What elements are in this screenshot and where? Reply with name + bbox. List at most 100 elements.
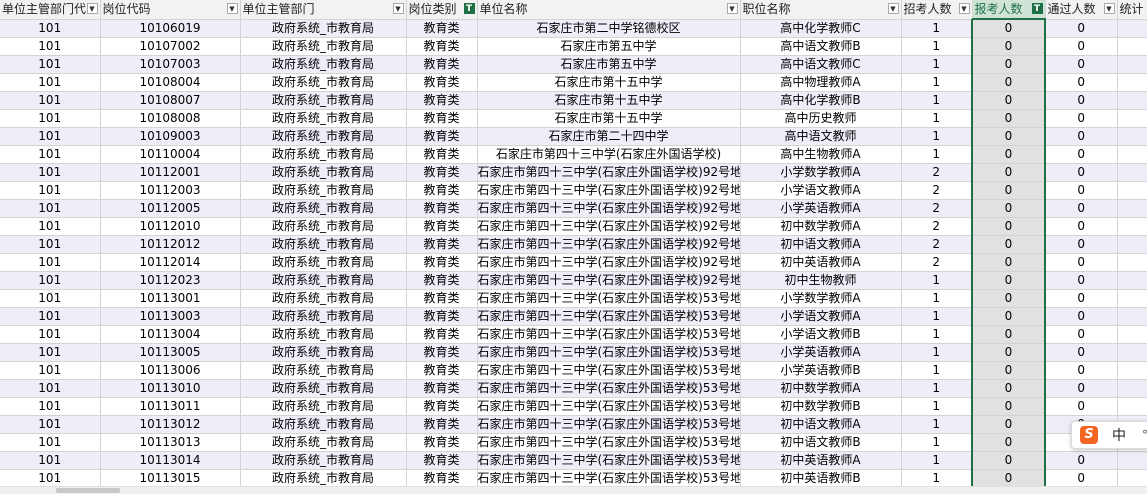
table-cell[interactable]: 101 [0,92,100,110]
table-cell[interactable]: 0 [1045,38,1117,56]
table-cell[interactable] [1117,380,1147,398]
table-cell[interactable]: 初中英语教师B [740,470,901,488]
table-cell[interactable]: 10108008 [100,110,240,128]
table-cell[interactable]: 政府系统_市教育局 [240,362,406,380]
table-cell[interactable]: 1 [901,74,972,92]
table-cell[interactable]: 石家庄市第四十三中学(石家庄外国语学校)53号地 [477,434,740,452]
table-cell[interactable]: 高中语文教师C [740,56,901,74]
table-cell[interactable]: 政府系统_市教育局 [240,254,406,272]
table-cell[interactable]: 石家庄市第四十三中学(石家庄外国语学校)92号地 [477,218,740,236]
table-cell[interactable]: 教育类 [406,164,477,182]
table-cell[interactable]: 初中数学教师A [740,218,901,236]
table-cell[interactable]: 石家庄市第四十三中学(石家庄外国语学校)53号地 [477,380,740,398]
table-cell[interactable]: 政府系统_市教育局 [240,56,406,74]
filter-active-icon[interactable]: T [1032,3,1043,14]
table-cell[interactable]: 1 [901,380,972,398]
table-cell[interactable]: 石家庄市第四十三中学(石家庄外国语学校)92号地 [477,182,740,200]
table-cell[interactable]: 101 [0,128,100,146]
table-cell[interactable]: 小学英语教师A [740,200,901,218]
table-cell[interactable]: 石家庄市第十五中学 [477,92,740,110]
table-cell[interactable]: 教育类 [406,128,477,146]
table-cell[interactable]: 石家庄市第四十三中学(石家庄外国语学校) [477,146,740,164]
table-cell[interactable]: 0 [1045,452,1117,470]
table-cell[interactable]: 101 [0,38,100,56]
table-cell[interactable]: 1 [901,146,972,164]
table-cell[interactable]: 高中语文教师 [740,128,901,146]
table-cell[interactable]: 政府系统_市教育局 [240,164,406,182]
table-cell[interactable]: 教育类 [406,56,477,74]
table-cell[interactable]: 2 [901,200,972,218]
table-cell[interactable]: 0 [972,164,1045,182]
filter-dropdown-icon[interactable]: ▼ [1104,3,1115,14]
table-cell[interactable]: 0 [972,326,1045,344]
table-cell[interactable] [1117,74,1147,92]
table-cell[interactable] [1117,272,1147,290]
table-cell[interactable]: 石家庄市第四十三中学(石家庄外国语学校)53号地 [477,416,740,434]
table-cell[interactable]: 10113005 [100,344,240,362]
table-cell[interactable]: 1 [901,326,972,344]
table-cell[interactable]: 101 [0,308,100,326]
table-cell[interactable]: 小学数学教师A [740,290,901,308]
filter-active-icon[interactable]: T [464,3,475,14]
table-cell[interactable] [1117,254,1147,272]
filter-dropdown-icon[interactable]: ▼ [227,3,238,14]
table-cell[interactable]: 石家庄市第五中学 [477,56,740,74]
table-cell[interactable]: 101 [0,56,100,74]
table-cell[interactable]: 教育类 [406,290,477,308]
table-cell[interactable]: 0 [972,128,1045,146]
sogou-logo-icon[interactable]: S [1080,426,1098,444]
table-cell[interactable]: 10113015 [100,470,240,488]
table-cell[interactable]: 0 [1045,200,1117,218]
table-cell[interactable]: 教育类 [406,218,477,236]
table-cell[interactable]: 0 [972,200,1045,218]
table-cell[interactable]: 政府系统_市教育局 [240,110,406,128]
table-cell[interactable]: 小学语文教师B [740,326,901,344]
table-cell[interactable]: 高中化学教师C [740,19,901,38]
table-cell[interactable]: 0 [1045,272,1117,290]
column-header-8[interactable]: 通过人数▼ [1045,0,1117,19]
table-cell[interactable]: 0 [1045,326,1117,344]
table-cell[interactable]: 1 [901,362,972,380]
table-cell[interactable]: 0 [1045,398,1117,416]
table-cell[interactable]: 1 [901,110,972,128]
table-cell[interactable]: 10113006 [100,362,240,380]
column-header-5[interactable]: 职位名称▼ [740,0,901,19]
table-cell[interactable]: 101 [0,19,100,38]
table-cell[interactable]: 教育类 [406,326,477,344]
table-cell[interactable]: 石家庄市第四十三中学(石家庄外国语学校)92号地 [477,236,740,254]
table-cell[interactable]: 0 [1045,92,1117,110]
table-cell[interactable]: 石家庄市第四十三中学(石家庄外国语学校)53号地 [477,290,740,308]
table-cell[interactable]: 0 [972,308,1045,326]
table-cell[interactable]: 0 [972,218,1045,236]
column-header-9[interactable]: 统计 [1117,0,1147,19]
table-cell[interactable]: 101 [0,272,100,290]
table-cell[interactable]: 0 [1045,128,1117,146]
table-cell[interactable]: 0 [972,470,1045,488]
table-cell[interactable]: 石家庄市第四十三中学(石家庄外国语学校)53号地 [477,362,740,380]
column-header-1[interactable]: 岗位代码▼ [100,0,240,19]
table-cell[interactable]: 1 [901,290,972,308]
table-cell[interactable]: 石家庄市第十五中学 [477,110,740,128]
filter-dropdown-icon[interactable]: ▼ [888,3,899,14]
table-cell[interactable]: 0 [1045,308,1117,326]
table-cell[interactable]: 10113004 [100,326,240,344]
table-cell[interactable]: 教育类 [406,452,477,470]
table-cell[interactable]: 政府系统_市教育局 [240,19,406,38]
table-cell[interactable]: 1 [901,398,972,416]
table-cell[interactable]: 101 [0,146,100,164]
table-cell[interactable] [1117,470,1147,488]
column-header-3[interactable]: 岗位类别T [406,0,477,19]
table-cell[interactable]: 0 [1045,362,1117,380]
table-cell[interactable] [1117,362,1147,380]
table-cell[interactable]: 10112001 [100,164,240,182]
table-cell[interactable]: 政府系统_市教育局 [240,128,406,146]
table-cell[interactable]: 高中语文教师B [740,38,901,56]
ime-language-indicator[interactable]: 中 [1112,425,1126,445]
table-cell[interactable]: 1 [901,452,972,470]
table-cell[interactable]: 教育类 [406,344,477,362]
table-cell[interactable]: 1 [901,128,972,146]
table-cell[interactable] [1117,218,1147,236]
table-cell[interactable]: 教育类 [406,470,477,488]
table-cell[interactable]: 石家庄市第四十三中学(石家庄外国语学校)92号地 [477,272,740,290]
table-cell[interactable]: 10108004 [100,74,240,92]
